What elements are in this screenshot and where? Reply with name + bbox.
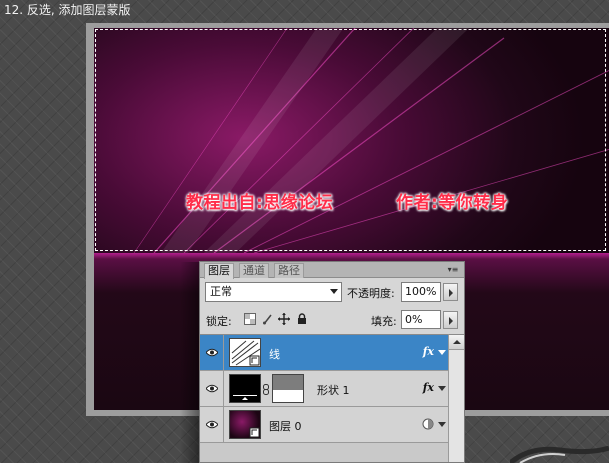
layer-row-shape[interactable]: 形状 1 fx (200, 371, 448, 407)
blend-mode-value: 正常 (210, 285, 232, 298)
layer-name-shape: 形状 1 (317, 384, 350, 397)
eye-icon (206, 420, 218, 429)
layer-thumbnail-shape (229, 374, 261, 403)
panel-menu-icon[interactable]: ▾≡ (446, 264, 460, 275)
layers-scrollbar[interactable] (448, 334, 464, 462)
fx-icon[interactable]: fx (423, 345, 434, 358)
mask-link-icon[interactable] (263, 384, 269, 395)
scroll-up-button[interactable] (449, 335, 464, 350)
eye-icon (206, 348, 218, 357)
fx-icon[interactable]: fx (423, 381, 434, 394)
panel-tab-bar: 图层 通道 路径 ▾≡ (200, 262, 464, 279)
chevron-down-icon[interactable] (438, 350, 446, 355)
watermark-author-text: 作者:等你转身 (396, 193, 509, 213)
smart-filter-icon[interactable] (422, 418, 434, 430)
layer-name-background: 图层 0 (269, 420, 302, 433)
visibility-toggle[interactable] (200, 335, 224, 370)
eye-icon (206, 384, 218, 393)
visibility-toggle[interactable] (200, 371, 224, 406)
layer-name-lines: 线 (269, 348, 280, 361)
lock-move-icon[interactable] (278, 313, 290, 325)
marching-ants-selection (95, 29, 606, 251)
lock-all-icon[interactable] (296, 313, 308, 325)
lock-brush-icon[interactable] (262, 313, 274, 325)
tab-paths[interactable]: 路径 (274, 263, 304, 278)
blend-mode-select[interactable]: 正常 (205, 282, 342, 302)
fill-slider-button[interactable] (443, 311, 458, 329)
fill-input[interactable]: 0% (401, 310, 441, 329)
opacity-slider-button[interactable] (443, 283, 458, 301)
chevron-down-icon[interactable] (438, 386, 446, 391)
tab-channels[interactable]: 通道 (239, 263, 269, 278)
layer-thumbnail-lines (229, 338, 261, 367)
layers-list: 线 fx 形状 1 fx 图层 0 (200, 334, 448, 462)
opacity-label: 不透明度: (347, 287, 395, 300)
fill-label: 填充: (371, 315, 397, 328)
vector-shape-icon (233, 395, 257, 400)
visibility-toggle[interactable] (200, 407, 224, 442)
lock-fill-row: 锁定: 填充: 0% (200, 310, 464, 330)
blend-opacity-row: 正常 不透明度: 100% (200, 282, 464, 304)
chevron-down-icon (330, 289, 338, 294)
step-title: 12. 反选, 添加图层蒙版 (4, 3, 131, 17)
smart-object-lines-icon (231, 340, 261, 366)
opacity-input[interactable]: 100% (401, 282, 441, 302)
layer-thumbnail-background (229, 410, 261, 439)
layers-panel: 图层 通道 路径 ▾≡ 正常 不透明度: 100% 锁定: 填充: 0% 线 f… (199, 261, 465, 463)
smart-object-badge-icon (249, 427, 260, 438)
layer-row-background[interactable]: 图层 0 (200, 407, 448, 443)
layer-row-lines[interactable]: 线 fx (200, 335, 448, 371)
lock-label: 锁定: (206, 315, 232, 328)
logo-fragment-icon (510, 446, 609, 463)
watermark-source-text: 教程出自:思缘论坛 (186, 193, 334, 213)
lock-transparent-icon[interactable] (244, 313, 256, 325)
chevron-down-icon[interactable] (438, 422, 446, 427)
tab-layers[interactable]: 图层 (204, 263, 234, 279)
vector-mask-thumbnail (272, 374, 304, 403)
